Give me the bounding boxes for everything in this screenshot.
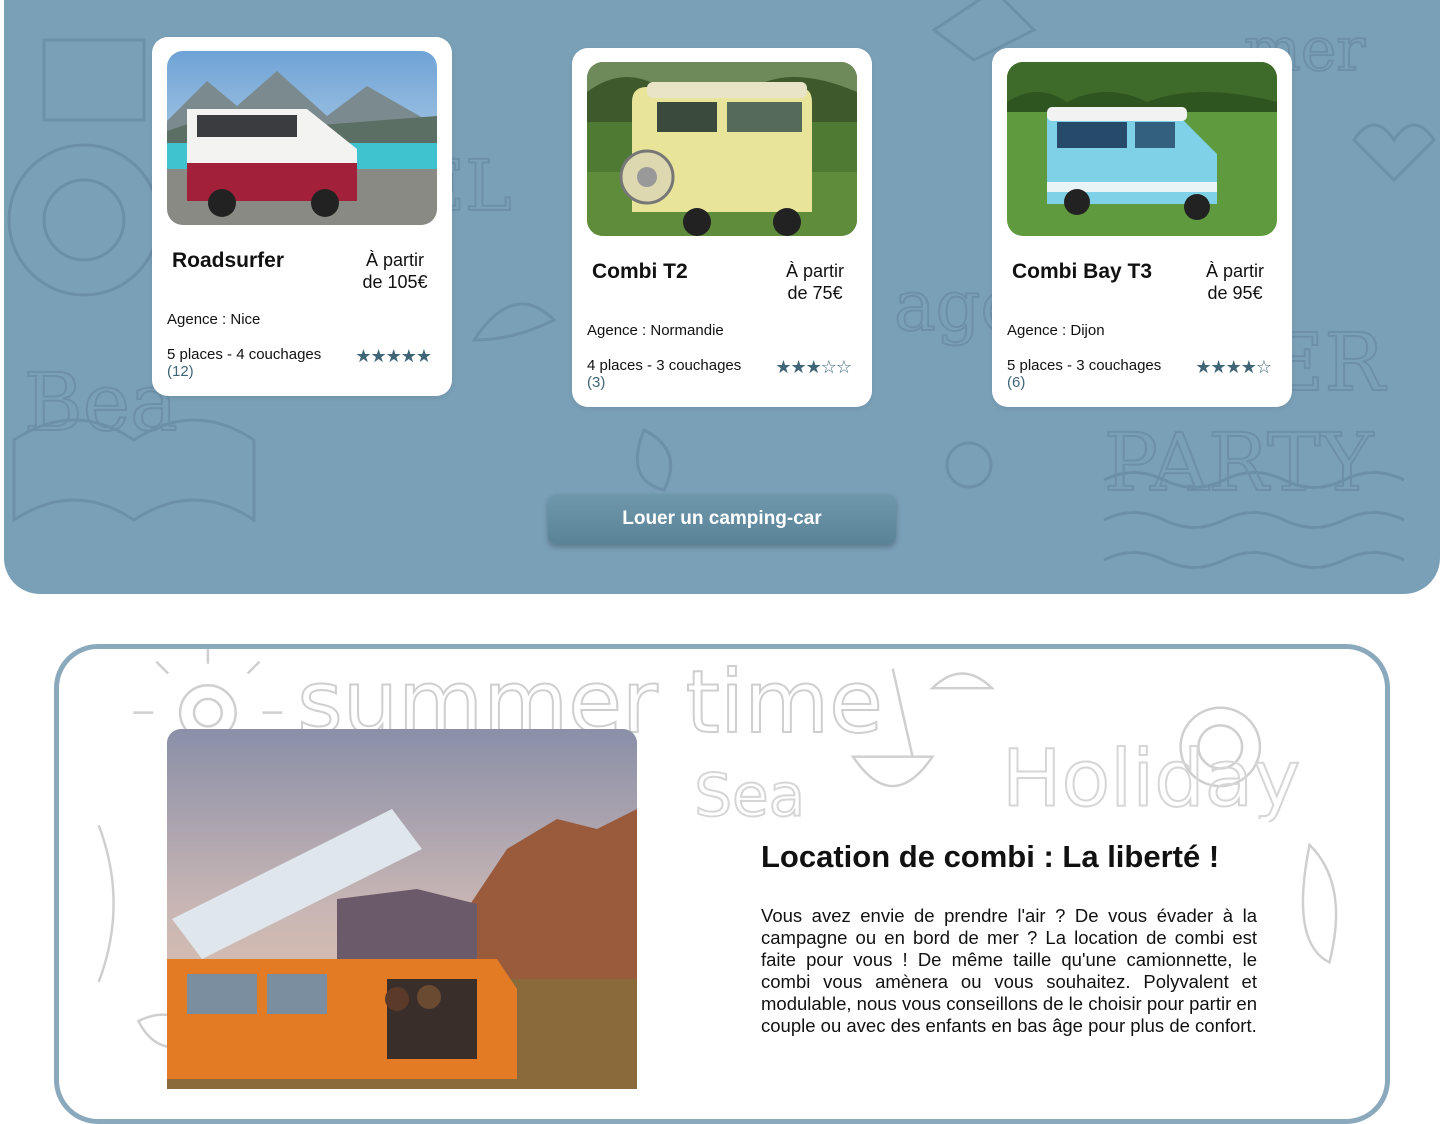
combi-t2-photo bbox=[587, 62, 857, 236]
rating-stars-icon: ★★★★☆ bbox=[1195, 357, 1272, 377]
vehicle-card-roadsurfer[interactable]: Roadsurfer À partir de 105€ Agence : Nic… bbox=[152, 37, 452, 396]
card-footer: 5 places - 3 couchages (6) ★★★★☆ bbox=[1007, 357, 1277, 391]
vehicle-capacity: 5 places - 3 couchages bbox=[1007, 357, 1162, 374]
combi-sunset-photo bbox=[167, 729, 637, 1089]
vehicle-agency: Agence : Dijon bbox=[1007, 322, 1105, 339]
about-text: Location de combi : La liberté ! Vous av… bbox=[749, 819, 1269, 1047]
vehicle-name: Combi Bay T3 bbox=[1012, 260, 1153, 283]
combi-bay-t3-photo bbox=[1007, 62, 1277, 236]
vehicle-name: Roadsurfer bbox=[172, 249, 285, 272]
svg-text:Holiday: Holiday bbox=[1002, 733, 1300, 824]
card-footer: 5 places - 4 couchages (12) ★★★★★ bbox=[167, 346, 437, 380]
review-count[interactable]: (3) bbox=[587, 374, 741, 391]
about-body: Vous avez envie de prendre l'air ? De vo… bbox=[761, 905, 1257, 1036]
vehicle-agency: Agence : Normandie bbox=[587, 322, 724, 339]
vehicle-card-combi-t2[interactable]: Combi T2 À partir de 75€ Agence : Norman… bbox=[572, 48, 872, 407]
card-footer: 4 places - 3 couchages (3) ★★★☆☆ bbox=[587, 357, 857, 391]
vehicle-price: À partir de 105€ bbox=[362, 250, 428, 292]
rating-stars-icon: ★★★★★ bbox=[355, 346, 432, 366]
svg-text:PARTY: PARTY bbox=[1104, 416, 1374, 509]
vehicle-name: Combi T2 bbox=[592, 260, 688, 283]
card-header: Combi T2 À partir de 75€ bbox=[587, 260, 857, 304]
review-count[interactable]: (12) bbox=[167, 363, 321, 380]
vehicle-price: À partir de 95€ bbox=[1205, 261, 1265, 303]
card-header: Combi Bay T3 À partir de 95€ bbox=[1007, 260, 1277, 304]
about-title: Location de combi : La liberté ! bbox=[761, 839, 1220, 874]
rent-camper-button[interactable]: Louer un camping-car bbox=[548, 494, 896, 544]
roadsurfer-photo bbox=[167, 51, 437, 225]
vehicle-capacity: 4 places - 3 couchages bbox=[587, 357, 742, 374]
about-section: summer time Sea Holiday Location de comb… bbox=[54, 644, 1390, 1124]
card-header: Roadsurfer À partir de 105€ bbox=[167, 249, 437, 293]
rating-stars-icon: ★★★☆☆ bbox=[775, 357, 852, 377]
vehicle-capacity: 5 places - 4 couchages bbox=[167, 346, 322, 363]
vehicle-card-combi-bay-t3[interactable]: Combi Bay T3 À partir de 95€ Agence : Di… bbox=[992, 48, 1292, 407]
review-count[interactable]: (6) bbox=[1007, 374, 1161, 391]
vehicle-price: À partir de 75€ bbox=[785, 261, 845, 303]
vehicle-agency: Agence : Nice bbox=[167, 311, 261, 328]
